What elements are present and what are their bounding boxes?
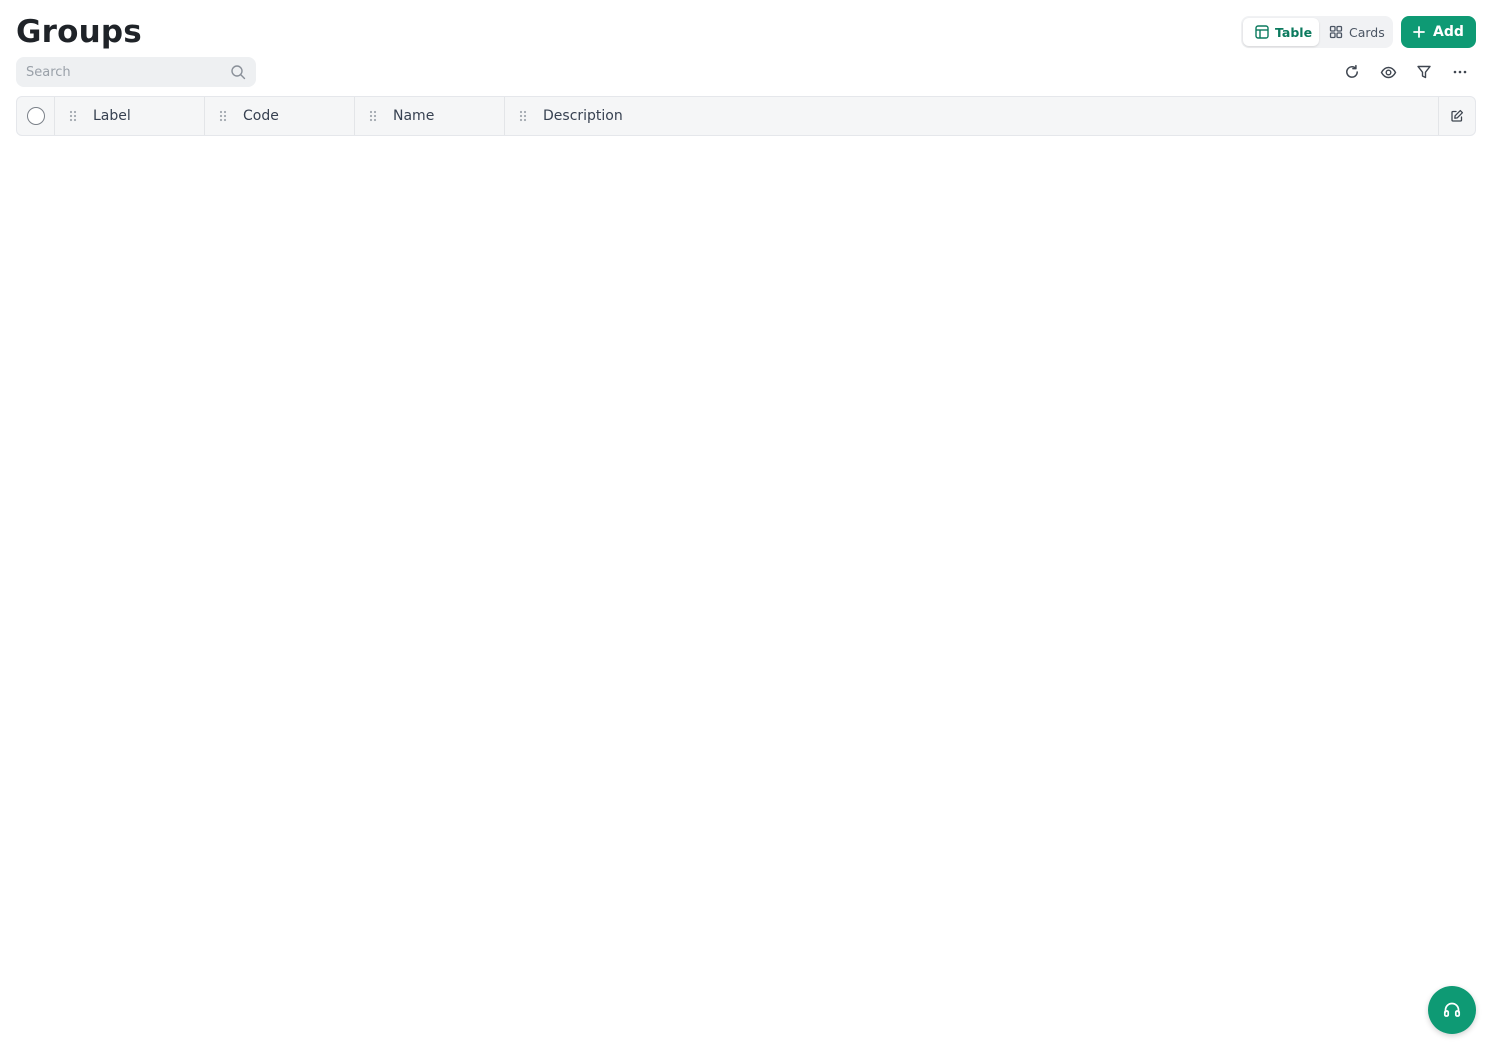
filter-icon — [1417, 65, 1431, 79]
column-header-description[interactable]: Description — [505, 97, 1438, 135]
table-header: Label Code Name Description — [16, 96, 1476, 136]
drag-handle-icon[interactable] — [219, 110, 227, 122]
add-button[interactable]: Add — [1401, 16, 1476, 48]
column-header-code[interactable]: Code — [205, 97, 355, 135]
edit-icon — [1451, 109, 1464, 122]
refresh-button[interactable] — [1342, 62, 1362, 82]
cards-view-button[interactable]: Cards — [1319, 18, 1397, 46]
column-header-text: Code — [243, 108, 279, 124]
table-view-button[interactable]: Table — [1243, 18, 1319, 46]
page-title: Groups — [16, 14, 142, 50]
more-icon — [1453, 70, 1467, 74]
select-all-checkbox[interactable] — [26, 107, 45, 125]
filter-button[interactable] — [1414, 62, 1434, 82]
column-header-label[interactable]: Label — [55, 97, 205, 135]
drag-handle-icon[interactable] — [519, 110, 527, 122]
search-box — [16, 57, 256, 87]
column-header-text: Name — [393, 108, 435, 124]
help-button[interactable] — [1428, 986, 1476, 1034]
search-icon[interactable] — [230, 64, 246, 80]
drag-handle-icon[interactable] — [69, 110, 77, 122]
drag-handle-icon[interactable] — [369, 110, 377, 122]
groups-page: Groups Table Cards Add Search Label Code… — [0, 0, 1492, 1050]
table-icon — [1255, 25, 1269, 39]
view-toggle: Table Cards — [1241, 16, 1393, 48]
headset-icon — [1443, 1002, 1461, 1017]
refresh-icon — [1346, 64, 1358, 78]
column-visibility-button[interactable] — [1378, 62, 1398, 82]
column-header-name[interactable]: Name — [355, 97, 505, 135]
select-all-cell — [17, 97, 55, 135]
search-input[interactable] — [16, 57, 221, 87]
table-view-label: Table — [1275, 24, 1313, 40]
plus-icon — [1413, 26, 1425, 38]
more-options-button[interactable] — [1450, 62, 1470, 82]
column-header-text: Description — [543, 108, 623, 124]
column-header-text: Label — [93, 108, 131, 124]
grid-icon — [1329, 25, 1343, 39]
add-button-label: Add — [1433, 24, 1464, 40]
edit-columns-button[interactable] — [1438, 97, 1475, 135]
cards-view-label: Cards — [1349, 24, 1385, 40]
eye-icon — [1380, 66, 1396, 78]
